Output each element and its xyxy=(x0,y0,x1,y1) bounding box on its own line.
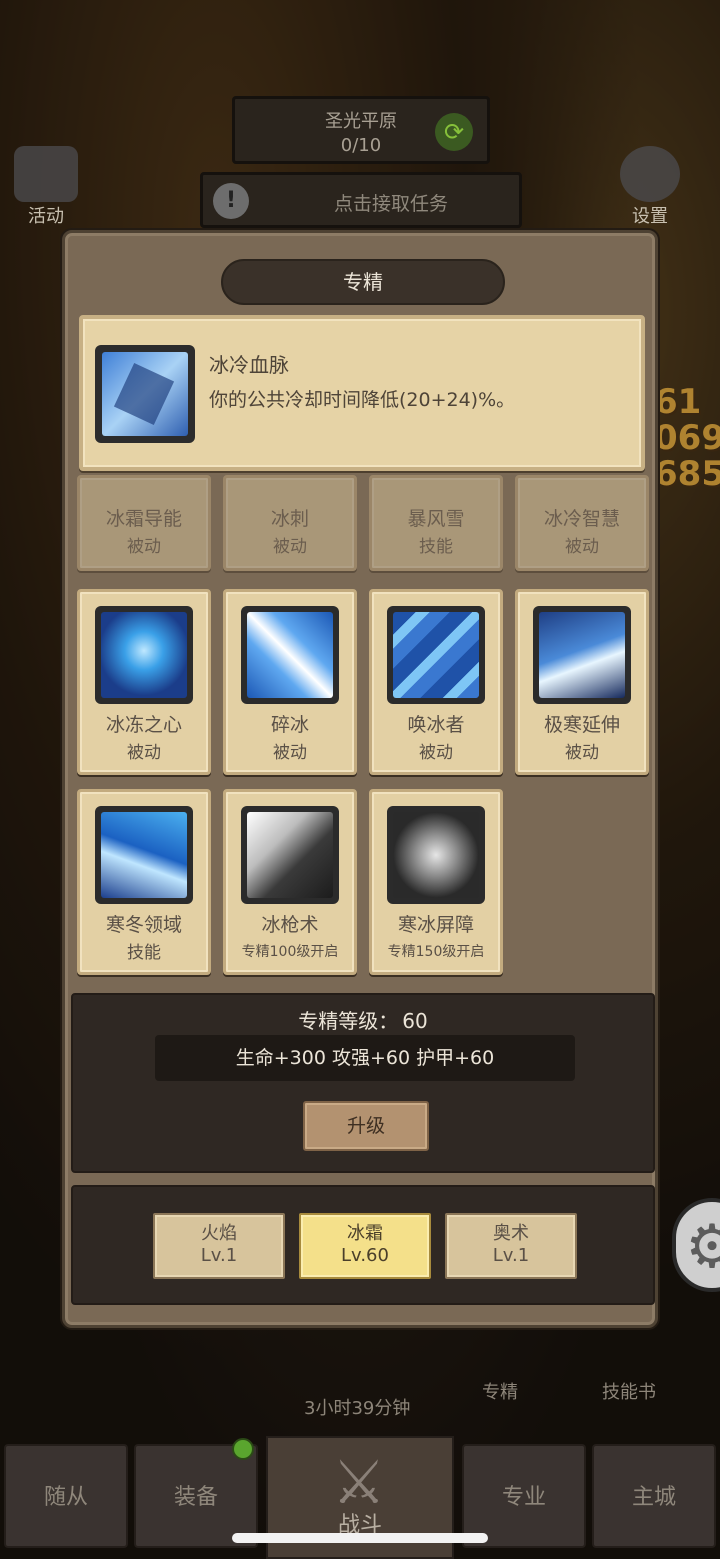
spec-level-label: 专精等级： xyxy=(298,1009,399,1033)
frozen-heart-icon xyxy=(95,606,193,704)
extreme-cold-icon xyxy=(533,606,631,704)
spec-level: 专精等级： 60 xyxy=(73,1005,653,1034)
skill-cell[interactable]: 寒冰屏障 专精150级开启 xyxy=(369,789,503,975)
activity-label: 活动 xyxy=(28,206,64,227)
settings-label: 设置 xyxy=(632,206,668,227)
skill-name: 冰冻之心 xyxy=(105,714,182,736)
spec-level: Lv.60 xyxy=(341,1245,389,1266)
settings-button[interactable]: 设置 xyxy=(620,146,680,228)
skill-cell[interactable]: 冰刺 被动 xyxy=(223,475,357,571)
gear-icon xyxy=(620,146,680,202)
skill-name: 暴风雪 xyxy=(407,508,465,530)
home-indicator[interactable] xyxy=(232,1533,488,1543)
skill-cell[interactable]: 冰枪术 专精100级开启 xyxy=(223,789,357,975)
skill-name: 寒冬领域 xyxy=(105,914,182,936)
panel-title: 专精 xyxy=(221,259,505,305)
skill-cell[interactable]: 冰冻之心 被动 xyxy=(77,589,211,775)
nav-followers[interactable]: 随从 xyxy=(4,1444,128,1548)
skill-name: 极寒延伸 xyxy=(543,714,620,736)
skill-type: 技能 xyxy=(419,537,453,557)
refresh-icon[interactable]: ⟳ xyxy=(435,113,473,151)
spec-level: Lv.1 xyxy=(492,1245,530,1266)
ice-caller-icon xyxy=(387,606,485,704)
skill-name: 冰枪术 xyxy=(261,914,319,936)
map-location-box[interactable]: 圣光平原 0/10 ⟳ xyxy=(232,96,490,164)
skill-type: 被动 xyxy=(273,537,307,557)
quest-bar[interactable]: ! 点击接取任务 xyxy=(200,172,522,228)
skill-unlock: 专精100级开启 xyxy=(241,944,339,960)
tab-frost[interactable]: 冰霜 Lv.60 xyxy=(299,1213,431,1279)
side-numbers: 61 069 685 xyxy=(654,384,720,492)
skill-type: 技能 xyxy=(127,943,161,963)
spec-name: 火焰 xyxy=(201,1223,237,1244)
side-number: 61 xyxy=(654,382,702,422)
side-number: 685 xyxy=(654,454,720,494)
skill-cell[interactable]: 碎冰 被动 xyxy=(223,589,357,775)
ice-lance-icon xyxy=(241,806,339,904)
skill-cell[interactable]: 唤冰者 被动 xyxy=(369,589,503,775)
tab-arcane[interactable]: 奥术 Lv.1 xyxy=(445,1213,577,1279)
notification-dot xyxy=(232,1438,254,1460)
skill-type: 被动 xyxy=(127,743,161,763)
stat-bonus: 生命+300 攻强+60 护甲+60 xyxy=(155,1035,575,1081)
side-number: 069 xyxy=(654,418,720,458)
alert-icon: ! xyxy=(213,183,249,219)
upgrade-button[interactable]: 升级 xyxy=(303,1101,429,1151)
skill-name: 寒冰屏障 xyxy=(397,914,474,936)
skill-cell[interactable]: 冰霜导能 被动 xyxy=(77,475,211,571)
skill-type: 被动 xyxy=(127,537,161,557)
skill-type: 被动 xyxy=(565,743,599,763)
spec-level-value: 60 xyxy=(402,1009,428,1033)
skill-unlock: 专精150级开启 xyxy=(387,944,485,960)
spec-level: Lv.1 xyxy=(200,1245,238,1266)
skill-cell[interactable]: 极寒延伸 被动 xyxy=(515,589,649,775)
spec-name: 冰霜 xyxy=(347,1223,383,1244)
skill-name: 冰刺 xyxy=(270,508,309,530)
tab-fire[interactable]: 火焰 Lv.1 xyxy=(153,1213,285,1279)
skill-name: 冰霜导能 xyxy=(105,508,182,530)
skill-detail-name: 冰冷血脉 xyxy=(209,353,289,377)
skill-name: 唤冰者 xyxy=(407,714,465,736)
spec-shortcut-label[interactable]: 专精 xyxy=(482,1378,518,1404)
spec-level-section: 专精等级： 60 生命+300 攻强+60 护甲+60 升级 xyxy=(71,993,655,1173)
specialization-panel: 专精 冰冷血脉 你的公共冷却时间降低(20+24)%。 冰霜导能 被动 冰刺 被… xyxy=(62,230,658,1328)
skill-cell[interactable]: 冰冷智慧 被动 xyxy=(515,475,649,571)
skillbook-shortcut-label[interactable]: 技能书 xyxy=(602,1378,656,1404)
ice-barrier-icon xyxy=(387,806,485,904)
frost-vein-icon xyxy=(95,345,195,443)
timer-label: 3小时39分钟 xyxy=(304,1398,411,1419)
spec-name: 奥术 xyxy=(493,1223,529,1244)
skill-detail-card: 冰冷血脉 你的公共冷却时间降低(20+24)%。 xyxy=(79,315,645,471)
skill-name: 碎冰 xyxy=(270,714,309,736)
shatter-icon xyxy=(241,606,339,704)
spec-tabs: 火焰 Lv.1 冰霜 Lv.60 奥术 Lv.1 xyxy=(71,1185,655,1305)
skill-type: 被动 xyxy=(419,743,453,763)
skill-name: 冰冷智慧 xyxy=(543,508,620,530)
skill-cell[interactable]: 暴风雪 技能 xyxy=(369,475,503,571)
skill-type: 被动 xyxy=(273,743,307,763)
activity-button[interactable]: 活动 xyxy=(14,146,78,228)
skill-cell[interactable]: 寒冬领域 技能 xyxy=(77,789,211,975)
activity-icon xyxy=(14,146,78,202)
winter-domain-icon xyxy=(95,806,193,904)
skill-type: 被动 xyxy=(565,537,599,557)
skill-detail-description: 你的公共冷却时间降低(20+24)%。 xyxy=(209,389,516,411)
nav-main-city[interactable]: 主城 xyxy=(592,1444,716,1548)
quest-text: 点击接取任务 xyxy=(333,193,448,215)
